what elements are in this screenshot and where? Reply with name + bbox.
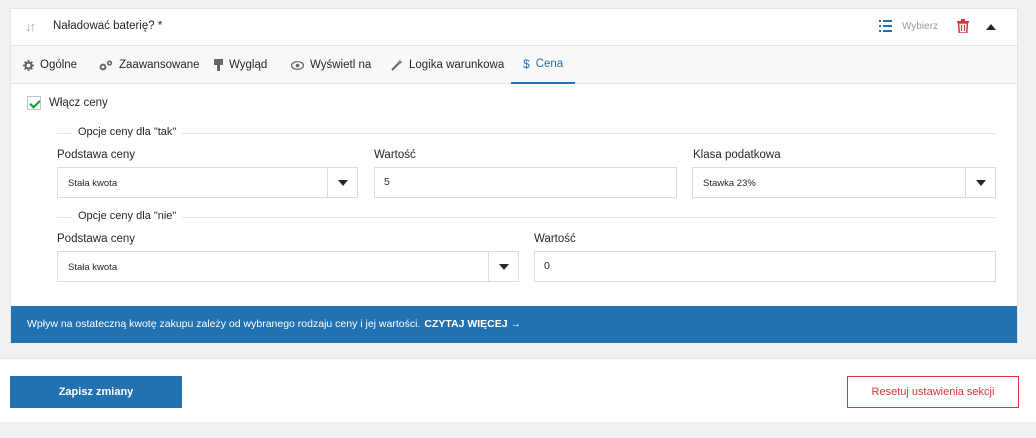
- value-input-yes[interactable]: 5: [374, 167, 677, 198]
- price-basis-select-no[interactable]: Stała kwota: [57, 251, 519, 282]
- price-basis-select-yes[interactable]: Stała kwota: [57, 167, 358, 198]
- tab-label: Zaawansowane: [119, 59, 200, 71]
- info-message: Wpływ na ostateczną kwotę zakupu zależy …: [27, 318, 421, 330]
- tab-price[interactable]: $ Cena: [511, 46, 576, 84]
- info-text: Wpływ na ostateczną kwotę zakupu zależy …: [27, 318, 521, 330]
- select-value: Stawka 23%: [703, 178, 756, 189]
- gears-icon: [99, 59, 113, 71]
- choose-button[interactable]: Wybierz: [902, 21, 938, 32]
- value-label: Wartość: [374, 149, 416, 161]
- magic-wand-icon: [391, 59, 403, 71]
- eye-icon: [291, 60, 304, 70]
- divider: [57, 217, 996, 218]
- options-yes-legend: Opcje ceny dla "tak": [72, 126, 183, 138]
- footer: Zapisz zmiany Resetuj ustawienia sekcji: [0, 358, 1036, 422]
- tab-label: Wygląd: [229, 59, 268, 71]
- save-button[interactable]: Zapisz zmiany: [10, 376, 182, 408]
- enable-prices-label: Włącz ceny: [49, 97, 108, 109]
- price-basis-label: Podstawa ceny: [57, 233, 135, 245]
- field-header[interactable]: ↓↑ Naładować baterię? * Wybierz: [11, 9, 1017, 46]
- value-label: Wartość: [534, 233, 576, 245]
- collapse-caret-icon[interactable]: [986, 24, 996, 30]
- chevron-down-icon[interactable]: [488, 252, 518, 281]
- price-basis-label: Podstawa ceny: [57, 149, 135, 161]
- chevron-down-icon[interactable]: [965, 168, 995, 197]
- tab-conditional-logic[interactable]: Logika warunkowa: [391, 46, 504, 84]
- tab-general[interactable]: Ogólne: [23, 46, 77, 84]
- select-value: Stała kwota: [68, 178, 118, 189]
- tab-advanced[interactable]: Zaawansowane: [99, 46, 200, 84]
- dollar-icon: $: [523, 57, 530, 71]
- field-title: Naładować baterię? *: [53, 20, 163, 32]
- tax-class-label: Klasa podatkowa: [693, 149, 781, 161]
- sort-arrows-icon[interactable]: ↓↑: [25, 19, 36, 34]
- trash-icon[interactable]: [957, 19, 969, 33]
- tab-label: Wyświetl na: [310, 59, 372, 71]
- list-icon[interactable]: [879, 20, 892, 32]
- info-bar: Wpływ na ostateczną kwotę zakupu zależy …: [11, 306, 1017, 343]
- tab-appearance[interactable]: Wygląd: [214, 46, 267, 84]
- select-value: Stała kwota: [68, 262, 118, 273]
- tax-class-select[interactable]: Stawka 23%: [692, 167, 996, 198]
- field-card: ↓↑ Naładować baterię? * Wybierz Ogólne Z…: [10, 8, 1018, 343]
- paintbrush-icon: [214, 59, 223, 71]
- divider: [57, 133, 996, 134]
- options-no-legend: Opcje ceny dla "nie": [72, 210, 183, 222]
- tab-label: Ogólne: [40, 59, 78, 71]
- chevron-down-icon[interactable]: [327, 168, 357, 197]
- enable-prices-checkbox[interactable]: [27, 96, 41, 110]
- tab-label: Cena: [535, 58, 564, 70]
- reset-section-button[interactable]: Resetuj ustawienia sekcji: [847, 376, 1019, 408]
- gear-icon: [23, 59, 34, 71]
- tab-display-on[interactable]: Wyświetl na: [291, 46, 371, 84]
- tab-label: Logika warunkowa: [409, 59, 505, 71]
- read-more-link[interactable]: CZYTAJ WIĘCEJ →: [424, 318, 521, 330]
- tab-bar: Ogólne Zaawansowane Wygląd Wyświetl na L…: [11, 46, 1017, 84]
- value-input-no[interactable]: 0: [534, 251, 996, 282]
